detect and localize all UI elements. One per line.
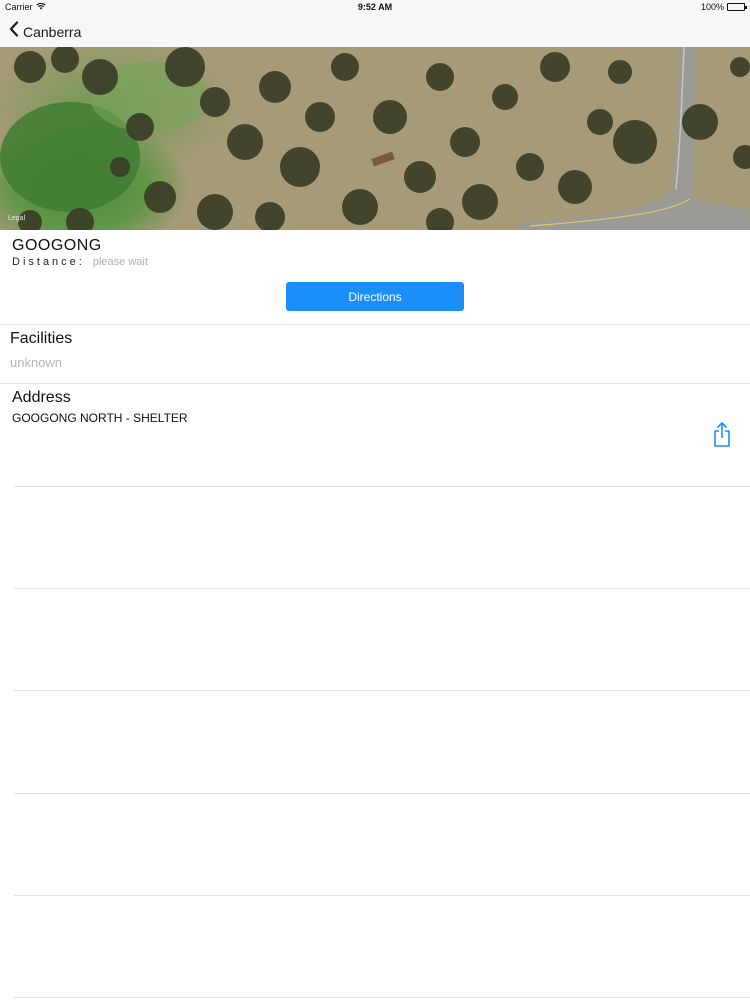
facilities-value: unknown: [10, 355, 63, 370]
distance-row: Distance: please wait: [12, 256, 148, 268]
table-row-separator: [14, 997, 750, 998]
table-row-separator: [14, 690, 750, 691]
share-icon: [711, 422, 733, 453]
map-imagery: [0, 47, 750, 230]
distance-value: please wait: [92, 256, 148, 268]
navigation-bar: Canberra: [0, 16, 750, 47]
address-heading: Address: [12, 389, 71, 406]
status-right: 100%: [700, 2, 747, 12]
table-row-separator: [14, 588, 750, 589]
back-label: Canberra: [23, 23, 82, 40]
back-button[interactable]: Canberra: [0, 21, 81, 42]
distance-label: Distance:: [12, 256, 85, 268]
address-value: GOOGONG NORTH - SHELTER: [12, 411, 188, 425]
table-row-separator: [14, 793, 750, 794]
share-button[interactable]: [711, 421, 733, 449]
status-time: 9:52 AM: [357, 2, 393, 12]
battery-percent: 100%: [700, 2, 724, 12]
table-row-separator: [14, 895, 750, 896]
directions-button[interactable]: Directions: [286, 282, 464, 311]
status-bar: Carrier 9:52 AM 100%: [0, 0, 750, 16]
place-title: GOOGONG: [12, 237, 102, 254]
battery-icon: [727, 3, 747, 11]
table-row-separator: [14, 486, 750, 487]
satellite-map[interactable]: Legal: [0, 47, 750, 230]
map-legal-label[interactable]: Legal: [8, 215, 25, 222]
chevron-left-icon: [9, 21, 19, 42]
divider: [0, 383, 750, 384]
divider: [0, 324, 750, 325]
facilities-heading: Facilities: [10, 330, 73, 347]
